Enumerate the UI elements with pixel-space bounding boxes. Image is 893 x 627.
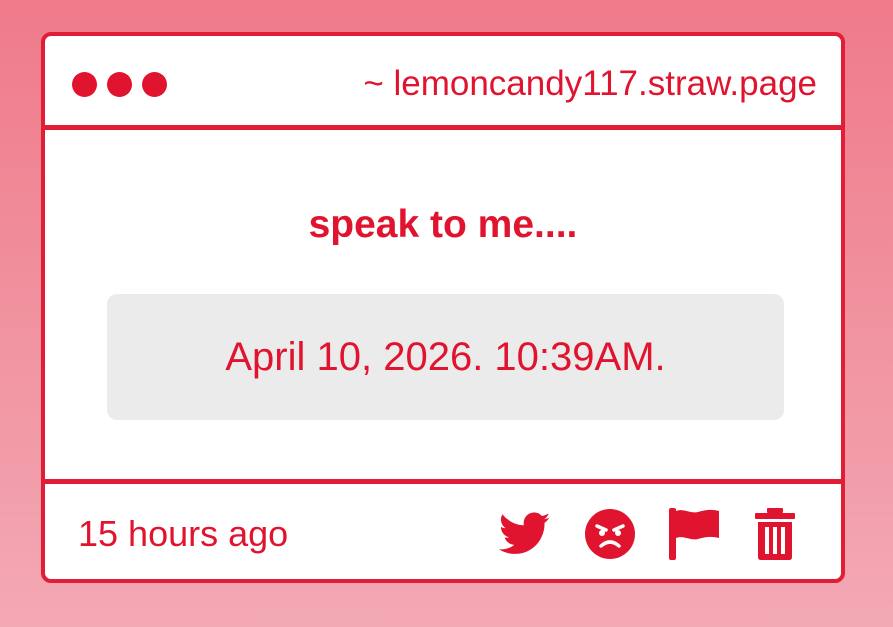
flag-icon [669,508,719,560]
answer-text: April 10, 2026. 10:39AM. [225,335,666,379]
window-dots [72,72,167,97]
window-dot-icon [72,72,97,97]
window-titlebar: ~ lemoncandy117.straw.page [45,36,841,130]
message-card: ~ lemoncandy117.straw.page speak to me..… [41,32,845,583]
window-dot-icon [142,72,167,97]
delete-button[interactable] [753,508,797,560]
react-button[interactable] [585,509,635,559]
message-content: speak to me.... April 10, 2026. 10:39AM. [45,130,841,480]
page-url[interactable]: ~ lemoncandy117.straw.page [363,64,817,104]
trash-icon [755,508,795,560]
report-button[interactable] [669,508,719,560]
answer-box: April 10, 2026. 10:39AM. [107,294,784,420]
timestamp: 15 hours ago [78,513,289,554]
share-twitter-button[interactable] [499,512,551,556]
angry-face-icon [585,509,635,559]
window-dot-icon [107,72,132,97]
prompt-text: speak to me.... [308,203,578,246]
action-bar [499,508,797,560]
card-footer: 15 hours ago [45,479,841,579]
twitter-bird-icon [499,512,551,554]
